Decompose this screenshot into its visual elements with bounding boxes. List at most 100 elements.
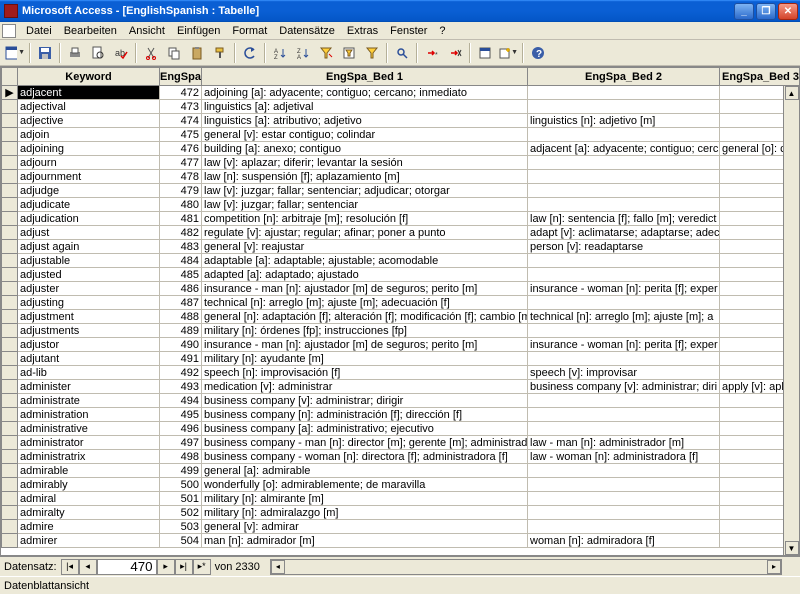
table-row[interactable]: admirable499general [a]: admirable (2, 464, 800, 478)
row-selector[interactable]: ▶ (2, 86, 18, 100)
table-row[interactable]: adjourn477law [v]: aplazar; diferir; lev… (2, 156, 800, 170)
cell-id[interactable]: 479 (160, 184, 202, 198)
cell-bed2[interactable]: adapt [v]: aclimatarse; adaptarse; adec (528, 226, 720, 240)
cell-bed1[interactable]: wonderfully [o]: admirablemente; de mara… (202, 478, 528, 492)
cell-bed1[interactable]: competition [n]: arbitraje [m]; resoluci… (202, 212, 528, 226)
cell-id[interactable]: 495 (160, 408, 202, 422)
table-row[interactable]: adjustor490insurance - man [n]: ajustado… (2, 338, 800, 352)
menu-format[interactable]: Format (226, 23, 273, 39)
print-button[interactable] (64, 42, 86, 64)
cell-bed1[interactable]: business company - woman [n]: directora … (202, 450, 528, 464)
cell-bed1[interactable]: military [n]: admiralazgo [m] (202, 506, 528, 520)
cell-id[interactable]: 501 (160, 492, 202, 506)
cell-id[interactable]: 478 (160, 170, 202, 184)
cell-bed1[interactable]: general [a]: admirable (202, 464, 528, 478)
cell-keyword[interactable]: admirably (18, 478, 160, 492)
table-row[interactable]: adjusted485adapted [a]: adaptado; ajusta… (2, 268, 800, 282)
cell-keyword[interactable]: adjoin (18, 128, 160, 142)
table-row[interactable]: administrative496business company [a]: a… (2, 422, 800, 436)
row-selector[interactable] (2, 324, 18, 338)
cell-id[interactable]: 474 (160, 114, 202, 128)
cell-bed2[interactable]: law [n]: sentencia [f]; fallo [m]; vered… (528, 212, 720, 226)
row-selector[interactable] (2, 352, 18, 366)
row-selector[interactable] (2, 282, 18, 296)
find-button[interactable] (391, 42, 413, 64)
cell-bed1[interactable]: adapted [a]: adaptado; ajustado (202, 268, 528, 282)
cell-keyword[interactable]: adjournment (18, 170, 160, 184)
cell-id[interactable]: 493 (160, 380, 202, 394)
cell-keyword[interactable]: adjudicate (18, 198, 160, 212)
table-row[interactable]: adjusting487technical [n]: arreglo [m]; … (2, 296, 800, 310)
cell-id[interactable]: 490 (160, 338, 202, 352)
cell-id[interactable]: 481 (160, 212, 202, 226)
scroll-left-button[interactable]: ◂ (271, 560, 285, 574)
cell-bed2[interactable] (528, 478, 720, 492)
cell-id[interactable]: 492 (160, 366, 202, 380)
cell-bed2[interactable]: adjacent [a]: adyacente; contiguo; cerc (528, 142, 720, 156)
cell-bed2[interactable] (528, 184, 720, 198)
cell-bed1[interactable]: insurance - man [n]: ajustador [m] de se… (202, 338, 528, 352)
cell-keyword[interactable]: ad-lib (18, 366, 160, 380)
cell-id[interactable]: 486 (160, 282, 202, 296)
maximize-button[interactable]: ❐ (756, 3, 776, 20)
table-row[interactable]: adjuster486insurance - man [n]: ajustado… (2, 282, 800, 296)
cell-id[interactable]: 472 (160, 86, 202, 100)
cell-keyword[interactable]: administer (18, 380, 160, 394)
row-selector[interactable] (2, 408, 18, 422)
cell-bed2[interactable]: insurance - woman [n]: perita [f]; exper (528, 282, 720, 296)
cell-keyword[interactable]: adjusted (18, 268, 160, 282)
row-selector[interactable] (2, 464, 18, 478)
cell-keyword[interactable]: adjust (18, 226, 160, 240)
data-grid[interactable]: Keyword EngSpa_I EngSpa_Bed 1 EngSpa_Bed… (0, 66, 800, 556)
cell-keyword[interactable]: adjustments (18, 324, 160, 338)
cell-keyword[interactable]: admirer (18, 534, 160, 548)
row-selector[interactable] (2, 114, 18, 128)
row-selector[interactable] (2, 380, 18, 394)
row-selector[interactable] (2, 128, 18, 142)
cell-bed1[interactable]: law [v]: aplazar; diferir; levantar la s… (202, 156, 528, 170)
row-selector[interactable] (2, 450, 18, 464)
table-row[interactable]: administration495business company [n]: a… (2, 408, 800, 422)
cell-keyword[interactable]: adjutant (18, 352, 160, 366)
cell-keyword[interactable]: admire (18, 520, 160, 534)
cell-id[interactable]: 504 (160, 534, 202, 548)
cell-bed2[interactable] (528, 506, 720, 520)
table-row[interactable]: admire503general [v]: admirar (2, 520, 800, 534)
mdi-control-icon[interactable] (2, 24, 16, 38)
cell-bed2[interactable] (528, 324, 720, 338)
scroll-down-button[interactable]: ▼ (785, 541, 799, 555)
cell-bed2[interactable]: insurance - woman [n]: perita [f]; exper (528, 338, 720, 352)
cell-bed2[interactable] (528, 408, 720, 422)
table-row[interactable]: adjustment488general [n]: adaptación [f]… (2, 310, 800, 324)
menu-fenster[interactable]: Fenster (384, 23, 433, 39)
menu-datensaetze[interactable]: Datensätze (273, 23, 341, 39)
cut-button[interactable] (140, 42, 162, 64)
table-row[interactable]: ▶adjacent472adjoining [a]: adyacente; co… (2, 86, 800, 100)
cell-id[interactable]: 496 (160, 422, 202, 436)
menu-bearbeiten[interactable]: Bearbeiten (58, 23, 123, 39)
cell-bed1[interactable]: general [v]: reajustar (202, 240, 528, 254)
cell-bed1[interactable]: military [n]: almirante [m] (202, 492, 528, 506)
cell-bed1[interactable]: business company [v]: administrar; dirig… (202, 394, 528, 408)
row-selector[interactable] (2, 184, 18, 198)
cell-id[interactable]: 491 (160, 352, 202, 366)
cell-keyword[interactable]: administrate (18, 394, 160, 408)
minimize-button[interactable]: _ (734, 3, 754, 20)
view-button[interactable]: ▼ (4, 42, 26, 64)
table-row[interactable]: adjudication481competition [n]: arbitraj… (2, 212, 800, 226)
table-row[interactable]: adjustable484adaptable [a]: adaptable; a… (2, 254, 800, 268)
cell-id[interactable]: 485 (160, 268, 202, 282)
cell-keyword[interactable]: admirable (18, 464, 160, 478)
cell-keyword[interactable]: adjectival (18, 100, 160, 114)
cell-bed1[interactable]: business company [a]: administrativo; ej… (202, 422, 528, 436)
cell-keyword[interactable]: administratrix (18, 450, 160, 464)
table-row[interactable]: admiral501military [n]: almirante [m] (2, 492, 800, 506)
cell-bed2[interactable] (528, 394, 720, 408)
cell-id[interactable]: 473 (160, 100, 202, 114)
cell-bed2[interactable]: woman [n]: admiradora [f] (528, 534, 720, 548)
delete-record-button[interactable] (444, 42, 466, 64)
cell-id[interactable]: 503 (160, 520, 202, 534)
cell-id[interactable]: 498 (160, 450, 202, 464)
cell-id[interactable]: 480 (160, 198, 202, 212)
close-button[interactable]: ✕ (778, 3, 798, 20)
